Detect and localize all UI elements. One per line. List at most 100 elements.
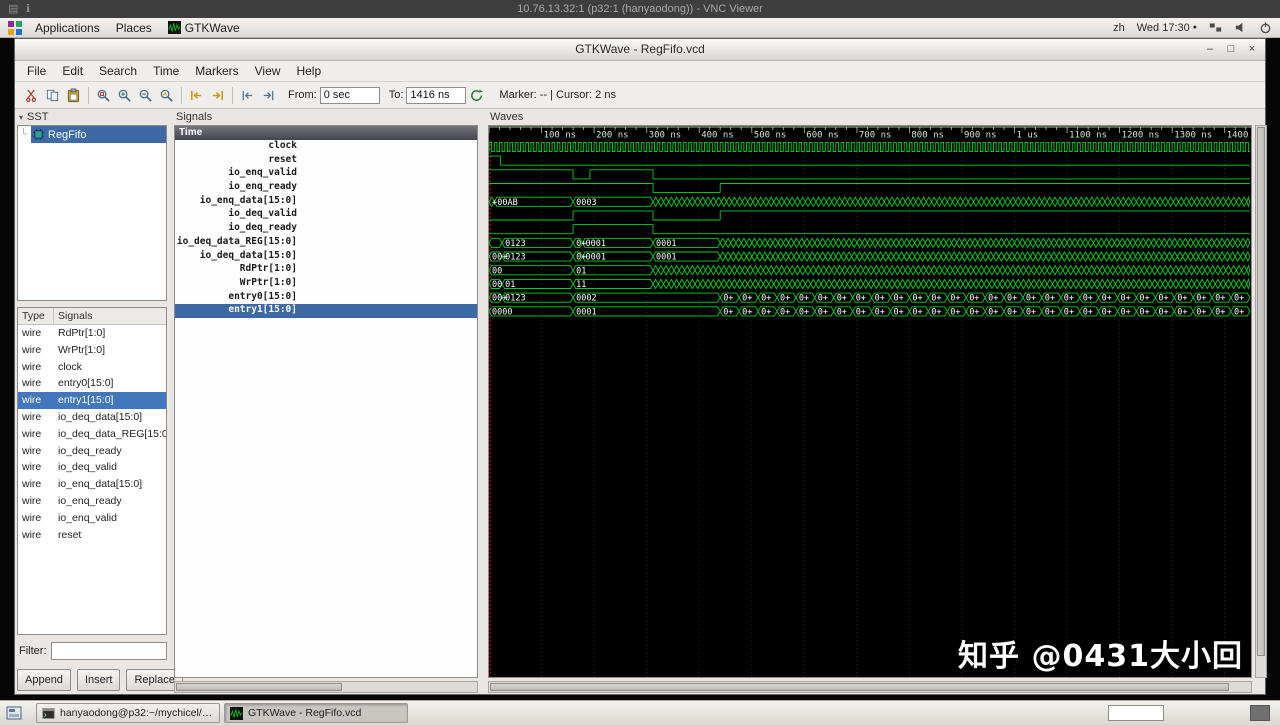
panel-menu-gtkwave[interactable]: GTKWave bbox=[161, 20, 247, 36]
zoom-fit-icon[interactable] bbox=[93, 85, 114, 106]
panel-menu-applications[interactable]: Applications bbox=[28, 20, 107, 36]
svg-text:0+: 0+ bbox=[1177, 307, 1187, 317]
tree-item-regfifo[interactable]: └ RegFifo bbox=[18, 126, 166, 143]
append-button[interactable]: Append bbox=[17, 669, 71, 691]
menu-search[interactable]: Search bbox=[91, 62, 145, 80]
column-header-signals[interactable]: Signals bbox=[54, 308, 166, 324]
time-header[interactable]: Time bbox=[175, 126, 477, 140]
signal-row-rdptr-1-0[interactable]: wire RdPtr[1:0] bbox=[18, 325, 166, 342]
taskbar-item-hanyaodong-p32-mychicel-[interactable]: hanyaodong@p32:~/mychicel/mychi... bbox=[36, 703, 220, 723]
svg-text:0+: 0+ bbox=[742, 307, 752, 317]
wave-signal-wrptr-1-0[interactable]: WrPtr[1:0] bbox=[175, 277, 477, 291]
svg-text:0+: 0+ bbox=[1045, 294, 1055, 304]
distro-logo-icon[interactable] bbox=[8, 20, 22, 35]
svg-text:300 ns: 300 ns bbox=[649, 131, 682, 141]
signal-row-io-enq-ready[interactable]: wire io_enq_ready bbox=[18, 493, 166, 510]
volume-icon[interactable] bbox=[1234, 21, 1247, 34]
svg-text:500 ns: 500 ns bbox=[754, 131, 787, 141]
wave-signal-rdptr-1-0[interactable]: RdPtr[1:0] bbox=[175, 263, 477, 277]
svg-text:0+: 0+ bbox=[1102, 307, 1112, 317]
copy-icon[interactable] bbox=[42, 85, 63, 106]
wave-signal-entry0-15-0[interactable]: entry0[15:0] bbox=[175, 291, 477, 305]
svg-text:0+: 0+ bbox=[1158, 307, 1168, 317]
wave-signal-io-enq-ready[interactable]: io_enq_ready bbox=[175, 181, 477, 195]
signal-row-clock[interactable]: wire clock bbox=[18, 359, 166, 376]
clock-applet[interactable]: Wed 17:30 ● bbox=[1137, 22, 1197, 34]
close-button[interactable]: × bbox=[1245, 39, 1259, 60]
scrollbar-thumb[interactable] bbox=[490, 683, 1230, 691]
menu-view[interactable]: View bbox=[247, 62, 289, 80]
taskbar-item-gtkwave-regfifo-vcd[interactable]: GTKWave - RegFifo.vcd bbox=[224, 703, 408, 723]
zoom-in-icon[interactable] bbox=[114, 85, 135, 106]
paste-icon[interactable] bbox=[63, 85, 84, 106]
menu-markers[interactable]: Markers bbox=[187, 62, 246, 80]
svg-text:01: 01 bbox=[576, 266, 586, 276]
svg-text:0+: 0+ bbox=[799, 307, 809, 317]
signal-row-io-enq-data-15-0[interactable]: wire io_enq_data[15:0] bbox=[18, 476, 166, 493]
wave-signal-clock[interactable]: clock bbox=[175, 140, 477, 154]
workspace-switcher[interactable] bbox=[1108, 705, 1164, 721]
filter-input[interactable] bbox=[50, 642, 167, 660]
scrollbar-thumb[interactable] bbox=[176, 683, 343, 691]
svg-text:700 ns: 700 ns bbox=[859, 131, 892, 141]
menu-edit[interactable]: Edit bbox=[54, 62, 91, 80]
waveform-display[interactable]: 100 ns 200 ns 300 ns 400 ns 500 ns 600 ns 700 … bbox=[489, 126, 1251, 677]
window-titlebar[interactable]: GTKWave - RegFifo.vcd – □ × bbox=[15, 39, 1265, 61]
zoom-end-icon[interactable] bbox=[207, 85, 228, 106]
wave-signal-io-deq-valid[interactable]: io_deq_valid bbox=[175, 208, 477, 222]
scrollbar-thumb[interactable] bbox=[1257, 127, 1265, 656]
reload-icon[interactable] bbox=[466, 85, 487, 106]
signal-row-io-deq-ready[interactable]: wire io_deq_ready bbox=[18, 443, 166, 460]
wave-signal-entry1-15-0[interactable]: entry1[15:0] bbox=[175, 304, 477, 318]
wave-signal-io-enq-valid[interactable]: io_enq_valid bbox=[175, 167, 477, 181]
menu-help[interactable]: Help bbox=[288, 62, 329, 80]
wave-signal-io-enq-data-15-0[interactable]: io_enq_data[15:0] bbox=[175, 195, 477, 209]
to-input[interactable] bbox=[406, 86, 467, 104]
zoom-start-icon[interactable] bbox=[186, 85, 207, 106]
svg-text:0001: 0001 bbox=[586, 239, 606, 249]
signal-row-entry1-15-0[interactable]: wire entry1[15:0] bbox=[18, 392, 166, 409]
cut-icon[interactable] bbox=[21, 85, 42, 106]
vnc-info-icon[interactable]: ℹ bbox=[26, 0, 30, 18]
signal-row-wrptr-1-0[interactable]: wire WrPtr[1:0] bbox=[18, 342, 166, 359]
menu-file[interactable]: File bbox=[19, 62, 54, 80]
maximize-button[interactable]: □ bbox=[1224, 39, 1238, 60]
svg-text:0123: 0123 bbox=[505, 294, 525, 304]
panel-menu-places[interactable]: Places bbox=[109, 20, 159, 36]
column-header-type[interactable]: Type bbox=[18, 308, 54, 324]
module-icon bbox=[33, 129, 44, 140]
signal-row-io-deq-data-reg-15-0[interactable]: wire io_deq_data_REG[15:0] bbox=[18, 426, 166, 443]
sst-header[interactable]: ▾ SST bbox=[19, 111, 48, 123]
svg-text:0+: 0+ bbox=[1045, 307, 1055, 317]
signal-row-io-deq-data-15-0[interactable]: wire io_deq_data[15:0] bbox=[18, 409, 166, 426]
prev-edge-icon[interactable] bbox=[237, 85, 258, 106]
next-edge-icon[interactable] bbox=[258, 85, 279, 106]
wave-canvas[interactable]: 100 ns 200 ns 300 ns 400 ns 500 ns 600 ns 700 … bbox=[488, 125, 1252, 678]
window-list-icon[interactable] bbox=[6, 705, 22, 721]
menubar: File Edit Search Time Markers View Help bbox=[15, 61, 1265, 82]
wave-signal-reset[interactable]: reset bbox=[175, 154, 477, 168]
zoom-out-icon[interactable] bbox=[135, 85, 156, 106]
taskbar-applet[interactable] bbox=[1250, 705, 1270, 721]
input-method-indicator[interactable]: zh bbox=[1113, 22, 1125, 34]
insert-button[interactable]: Insert bbox=[76, 669, 121, 691]
power-icon[interactable] bbox=[1259, 21, 1272, 34]
signal-row-reset[interactable]: wire reset bbox=[18, 527, 166, 544]
network-icon[interactable] bbox=[1209, 21, 1222, 34]
minimize-button[interactable]: – bbox=[1203, 39, 1217, 60]
waves-hscrollbar[interactable] bbox=[488, 681, 1252, 693]
waves-vscrollbar[interactable] bbox=[1255, 125, 1267, 678]
from-input[interactable] bbox=[319, 86, 380, 104]
toolbar-separator bbox=[232, 86, 233, 104]
signal-row-entry0-15-0[interactable]: wire entry0[15:0] bbox=[18, 375, 166, 392]
wave-signal-io-deq-data-15-0[interactable]: io_deq_data[15:0] bbox=[175, 250, 477, 264]
menu-time[interactable]: Time bbox=[145, 62, 187, 80]
signal-table: Type Signals wire RdPtr[1:0] wire WrPtr[1:0] w… bbox=[17, 307, 167, 635]
wave-signal-io-deq-ready[interactable]: io_deq_ready bbox=[175, 222, 477, 236]
zoom-undo-icon[interactable] bbox=[156, 85, 177, 106]
signal-row-io-deq-valid[interactable]: wire io_deq_valid bbox=[18, 459, 166, 476]
wave-signal-io-deq-data-reg-15-0[interactable]: io_deq_data_REG[15:0] bbox=[175, 236, 477, 250]
vnc-menu-icon[interactable]: ▤ bbox=[8, 0, 18, 18]
signals-hscrollbar[interactable] bbox=[174, 681, 478, 693]
signal-row-io-enq-valid[interactable]: wire io_enq_valid bbox=[18, 510, 166, 527]
